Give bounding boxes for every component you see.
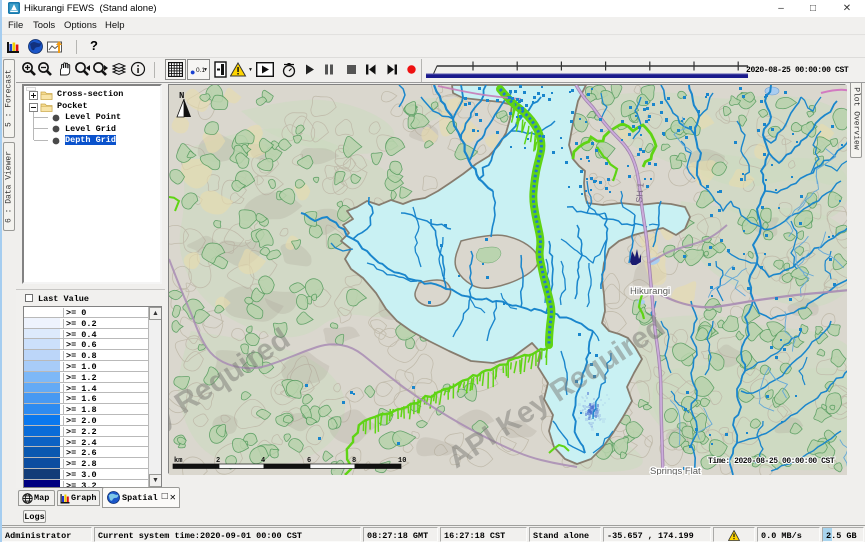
svg-text:2: 2	[216, 457, 220, 465]
svg-text:Hikurangi: Hikurangi	[630, 286, 670, 297]
svg-text:SH 1: SH 1	[634, 182, 646, 203]
svg-text:Time: 2020-08-25 00:00:00 CST: Time: 2020-08-25 00:00:00 CST	[708, 457, 835, 466]
svg-text:4: 4	[261, 457, 265, 465]
svg-text:10: 10	[398, 457, 406, 465]
svg-text:6: 6	[307, 457, 311, 465]
svg-text:8: 8	[352, 457, 356, 465]
svg-text:Springs Flat: Springs Flat	[650, 466, 701, 475]
